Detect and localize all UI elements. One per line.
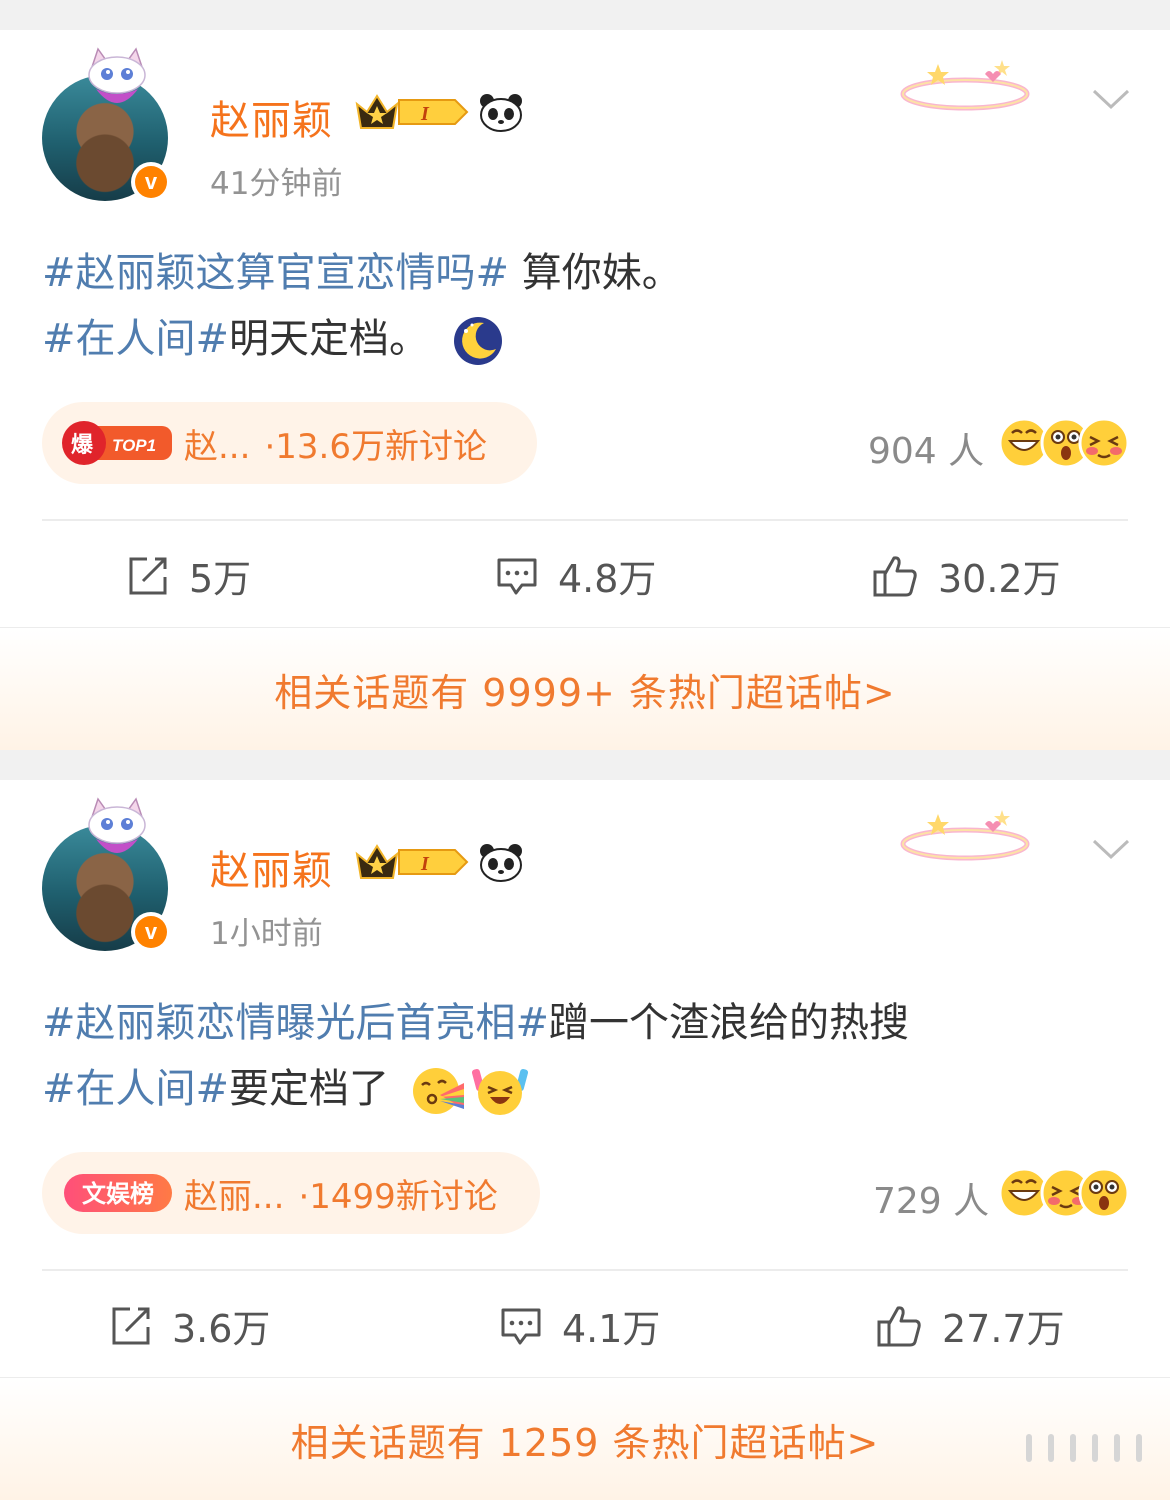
divider <box>42 519 1128 521</box>
cheering-face-icon <box>471 1069 528 1115</box>
topic-title: 赵丽... <box>184 1176 285 1217</box>
hashtag-link[interactable]: #赵丽颖这算官宣恋情吗# <box>42 250 509 296</box>
thumbs-up-icon <box>873 555 917 596</box>
repost-icon <box>112 1307 150 1344</box>
weibo-post[interactable]: v 赵丽颖 I 41分钟前 #赵丽颖这算官宣恋情吗# 算你妹。 #在人间#明天定… <box>0 30 1170 750</box>
username[interactable]: 赵丽颖 <box>210 88 333 146</box>
repost-count: 5万 <box>189 557 252 601</box>
hot-top1-badge-icon: 爆 TOP1 <box>62 421 172 465</box>
hashtag-link[interactable]: #在人间# <box>42 1066 229 1112</box>
comment-count: 4.8万 <box>558 557 657 601</box>
reaction-faces[interactable] <box>998 1165 1130 1221</box>
comment-button[interactable]: 4.1万 <box>500 1298 660 1353</box>
shocked-face-icon <box>1078 1167 1130 1219</box>
repost-icon <box>129 557 167 594</box>
card-decoration-icon <box>900 810 1030 861</box>
username[interactable]: 赵丽颖 <box>210 838 333 896</box>
comment-icon <box>501 1308 541 1344</box>
topic-discussion-count: ·1499新讨论 <box>298 1176 498 1217</box>
post-text-line: #赵丽颖恋情曝光后首亮相#蹭一个渣浪给的热搜 <box>42 990 909 1048</box>
topic-discussion-count: ·13.6万新讨论 <box>264 426 487 467</box>
post-text: 明天定档。 <box>229 316 430 362</box>
avatar[interactable]: v <box>42 47 172 205</box>
avatar-pendant-icon <box>88 47 146 103</box>
weibo-post[interactable]: v 赵丽颖 I 1小时前 #赵丽颖恋情曝光后首亮相#蹭一个渣浪给的热搜 #在人间… <box>0 780 1170 1500</box>
post-text: 算你妹。 <box>509 250 682 296</box>
repost-count: 3.6万 <box>172 1307 271 1351</box>
vip-crown-badge-icon[interactable]: I <box>355 90 469 134</box>
watermark-bars <box>1026 1434 1142 1462</box>
comment-icon <box>497 558 537 594</box>
post-text-line: #赵丽颖这算官宣恋情吗# 算你妹。 <box>42 240 682 298</box>
svg-text:I: I <box>420 853 430 875</box>
card-decoration-icon <box>900 60 1030 111</box>
svg-text:爆: 爆 <box>71 433 94 458</box>
hot-topic-pill[interactable]: 文娱榜 赵丽... ·1499新讨论 <box>42 1152 540 1234</box>
related-supertopic-banner[interactable]: 相关话题有 1259 条热门超话帖> <box>0 1377 1170 1500</box>
moon-icon <box>453 317 502 365</box>
svg-text:文娱榜: 文娱榜 <box>82 1180 154 1208</box>
comment-count: 4.1万 <box>562 1307 661 1351</box>
rainbow-kiss-icon <box>412 1068 464 1114</box>
like-count: 30.2万 <box>938 557 1061 601</box>
topic-title: 赵... <box>184 426 251 467</box>
hashtag-link[interactable]: #赵丽颖恋情曝光后首亮相# <box>42 1000 549 1046</box>
like-count: 27.7万 <box>942 1307 1065 1351</box>
post-text: 要定档了 <box>229 1066 390 1112</box>
verified-badge-icon: v <box>131 162 171 202</box>
svg-text:TOP1: TOP1 <box>112 436 156 455</box>
post-text: 蹭一个渣浪给的热搜 <box>549 1000 910 1046</box>
related-supertopic-banner[interactable]: 相关话题有 9999+ 条热门超话帖> <box>0 627 1170 750</box>
post-text-line: #在人间#明天定档。 <box>42 306 506 367</box>
comment-button[interactable]: 4.8万 <box>496 548 656 603</box>
hashtag-link[interactable]: #在人间# <box>42 316 229 362</box>
avatar-pendant-icon <box>88 797 146 853</box>
verified-badge-icon: v <box>131 912 171 952</box>
like-button[interactable]: 27.7万 <box>876 1298 1065 1353</box>
post-time: 41分钟前 <box>210 166 343 202</box>
svg-text:I: I <box>420 103 430 125</box>
repost-button[interactable]: 5万 <box>127 548 251 603</box>
avatar[interactable]: v <box>42 797 172 955</box>
repost-button[interactable]: 3.6万 <box>110 1298 270 1353</box>
chevron-down-icon[interactable] <box>1090 835 1132 865</box>
post-time: 1小时前 <box>210 916 323 952</box>
reaction-people-count: 904 人 <box>868 431 985 472</box>
hot-topic-pill[interactable]: 爆 TOP1 赵... ·13.6万新讨论 <box>42 402 537 484</box>
related-supertopic-text: 相关话题有 9999+ 条热门超话帖> <box>274 670 896 715</box>
like-button[interactable]: 30.2万 <box>872 548 1061 603</box>
reaction-faces[interactable] <box>998 415 1130 471</box>
divider <box>42 1269 1128 1271</box>
entertainment-rank-badge-icon: 文娱榜 <box>64 1174 172 1212</box>
vip-crown-badge-icon[interactable]: I <box>355 840 469 884</box>
reaction-people-count: 729 人 <box>873 1181 990 1222</box>
related-supertopic-text: 相关话题有 1259 条热门超话帖> <box>290 1420 880 1465</box>
panda-icon <box>480 844 522 882</box>
blush-face-icon <box>1078 417 1130 469</box>
post-text-line: #在人间#要定档了 <box>42 1056 528 1117</box>
chevron-down-icon[interactable] <box>1090 85 1132 115</box>
panda-icon <box>480 94 522 132</box>
thumbs-up-icon <box>877 1305 921 1346</box>
